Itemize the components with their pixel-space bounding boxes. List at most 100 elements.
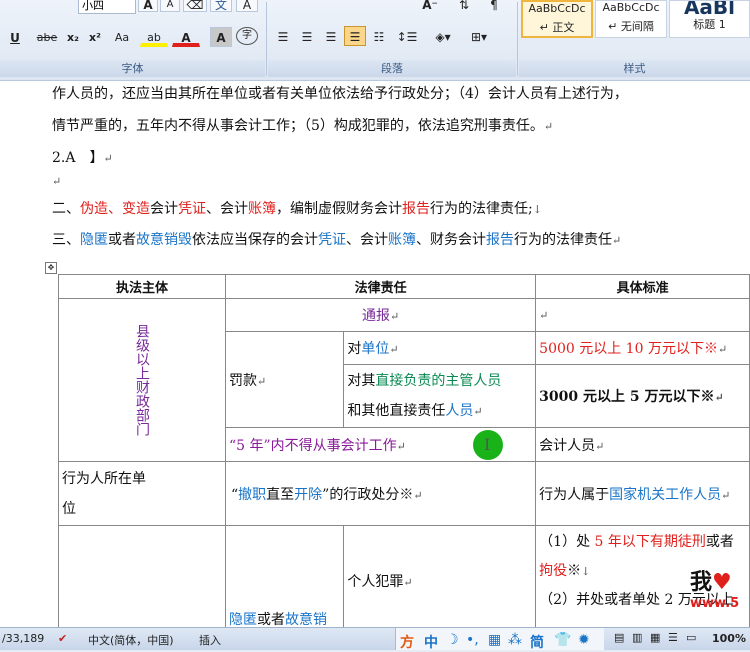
ime-toolbar: 方 中 ☽ •, ▦ ⁂ 简 👕 ✹ — [395, 628, 604, 652]
skin-icon[interactable]: 👕 — [554, 632, 571, 648]
text: 单位 — [361, 341, 390, 357]
table-cell: 行为人属于国家机关工作人员↵ — [535, 461, 750, 526]
watermark-url: www.5 — [690, 596, 740, 611]
char-border-icon[interactable]: A — [236, 0, 258, 12]
ribbon: 小四 A A ⌫ 文 A U abe x₂ x² Aa ab A A 字 字体 … — [0, 0, 750, 81]
text: 行为人所在单位 — [62, 470, 146, 517]
underline-button[interactable]: U — [2, 27, 28, 47]
paragraph-mark: ↵ — [539, 309, 549, 322]
shading-icon[interactable]: ◈▾ — [428, 26, 458, 46]
text: 凭证 — [318, 232, 346, 248]
styles-group: AaBbCcDc ↵ 正文 AaBbCcDc ↵ 无间隔 AaBl 标题 1 样… — [519, 0, 750, 80]
text: ※ — [567, 563, 582, 579]
highlight-button[interactable]: ab — [140, 27, 168, 47]
justify-icon[interactable]: ☰ — [344, 26, 366, 46]
table-cell: 通报↵ — [224, 298, 537, 332]
table-cell: ↵ — [535, 298, 750, 332]
text: 、财务会计 — [416, 232, 486, 248]
grow-font-button[interactable]: A — [138, 0, 158, 12]
moon-icon[interactable]: ☽ — [446, 632, 459, 648]
empty-line: ↵ — [52, 173, 61, 189]
font-size-select[interactable]: 小四 — [78, 0, 136, 14]
line-break-mark: ↓ — [581, 565, 591, 578]
zoom-level[interactable]: 100% — [712, 632, 746, 645]
paragraph-line: 2.A 】↵ — [52, 147, 113, 167]
simplified-toggle[interactable]: 简 — [530, 632, 544, 652]
word-count[interactable]: /33,189 — [2, 632, 44, 645]
text: 行为人属于 — [539, 486, 610, 503]
enclose-char-button[interactable]: 字 — [236, 27, 258, 45]
text: 会计 — [150, 201, 178, 217]
borders-icon[interactable]: ⊞▾ — [464, 26, 494, 46]
text: 或者 — [108, 232, 136, 248]
text: 拘役 — [539, 563, 568, 579]
text-direction-icon[interactable]: A⁻ — [416, 0, 444, 12]
text: 个人犯罪 — [347, 573, 404, 590]
text: 故意销毁 — [136, 232, 192, 248]
table-move-handle-icon[interactable]: ✥ — [45, 262, 57, 274]
ime-mode-toggle[interactable]: 中 — [424, 632, 438, 652]
text: 变造 — [122, 201, 150, 217]
subscript-button[interactable]: x₂ — [62, 27, 84, 47]
paragraph-mark: ↵ — [714, 391, 724, 404]
char-shading-button[interactable]: A — [210, 27, 232, 47]
full-screen-icon[interactable]: ▥ — [632, 631, 642, 644]
text: ，编制虚假财务会计 — [276, 201, 402, 217]
show-marks-icon[interactable]: ¶ — [482, 0, 506, 12]
paragraph-line: 作人员的，还应当由其所在单位或者有关单位依法给予行政处分；（4）会计人员有上述行… — [52, 86, 628, 102]
document-page[interactable]: 作人员的，还应当由其所在单位或者有关单位依法给予行政处分；（4）会计人员有上述行… — [0, 81, 750, 627]
paragraph-mark: ↵ — [389, 343, 399, 356]
grid-icon[interactable]: ⁂ — [508, 632, 522, 648]
text: 3000 元以上 5 万元以下※ — [539, 389, 715, 405]
text-cursor-icon: I — [484, 435, 491, 454]
font-color-button[interactable]: A — [172, 27, 200, 47]
paragraph-group-label: 段落 — [268, 60, 516, 77]
style-no-spacing[interactable]: AaBbCcDc ↵ 无间隔 — [595, 0, 667, 38]
spell-check-icon[interactable]: ✔ — [58, 632, 67, 645]
text: 对 — [347, 341, 362, 357]
org-label: 县级以上财政部门 — [134, 324, 150, 436]
paragraph-mark: ↵ — [257, 374, 267, 388]
style-normal[interactable]: AaBbCcDc ↵ 正文 — [521, 0, 593, 38]
text: 行为的法律责任 — [514, 232, 612, 248]
gear-icon[interactable]: ✹ — [578, 632, 590, 648]
text: 账簿 — [248, 201, 276, 217]
text: 5000 元以上 10 万元以下※ — [539, 341, 718, 357]
text: 账簿 — [388, 232, 416, 248]
table-cell — [58, 525, 226, 627]
align-left-icon[interactable]: ☰ — [272, 26, 294, 46]
text: 会计人员 — [539, 437, 596, 454]
line-spacing-icon[interactable]: ↕☰ — [392, 26, 422, 46]
align-right-icon[interactable]: ☰ — [320, 26, 342, 46]
phonetic-guide-icon[interactable]: 文 — [210, 0, 232, 12]
style-name: 标题 1 — [693, 18, 726, 31]
strikethrough-button[interactable]: abe — [32, 27, 62, 47]
status-bar: /33,189 ✔ 中文(简体，中国) 插入 方 中 ☽ •, ▦ ⁂ 简 👕 … — [0, 627, 750, 652]
style-heading-1[interactable]: AaBl 标题 1 — [669, 0, 750, 38]
text: 伪造 — [80, 201, 108, 217]
punctuation-icon[interactable]: •, — [466, 632, 479, 648]
text: 直接负责的主管人员 — [375, 372, 502, 389]
align-center-icon[interactable]: ☰ — [296, 26, 318, 46]
sort-icon[interactable]: ⇅ — [452, 0, 476, 12]
draft-icon[interactable]: ▭ — [686, 631, 696, 644]
text: 、 — [108, 201, 122, 217]
language-indicator[interactable]: 中文(简体，中国) — [88, 632, 174, 648]
insert-mode[interactable]: 插入 — [199, 632, 221, 648]
clear-format-icon[interactable]: ⌫ — [183, 0, 207, 12]
paragraph-mark: ↵ — [52, 175, 62, 188]
keyboard-icon[interactable]: ▦ — [488, 632, 501, 648]
shrink-font-button[interactable]: A — [160, 0, 180, 12]
print-layout-icon[interactable]: ▤ — [614, 631, 624, 644]
ime-logo-icon[interactable]: 方 — [400, 632, 414, 652]
table-cell: “5 年”内不得从事会计工作↵ I — [224, 427, 537, 462]
web-layout-icon[interactable]: ▦ — [650, 631, 660, 644]
distribute-icon[interactable]: ☷ — [368, 26, 390, 46]
text: 国家机关工作人员 — [609, 486, 722, 503]
superscript-button[interactable]: x² — [84, 27, 106, 47]
text: 对其 — [347, 372, 376, 389]
outline-icon[interactable]: ☰ — [668, 631, 678, 644]
change-case-button[interactable]: Aa — [108, 27, 136, 47]
text: 直至 — [266, 486, 295, 503]
text: 撤职 — [238, 486, 267, 503]
